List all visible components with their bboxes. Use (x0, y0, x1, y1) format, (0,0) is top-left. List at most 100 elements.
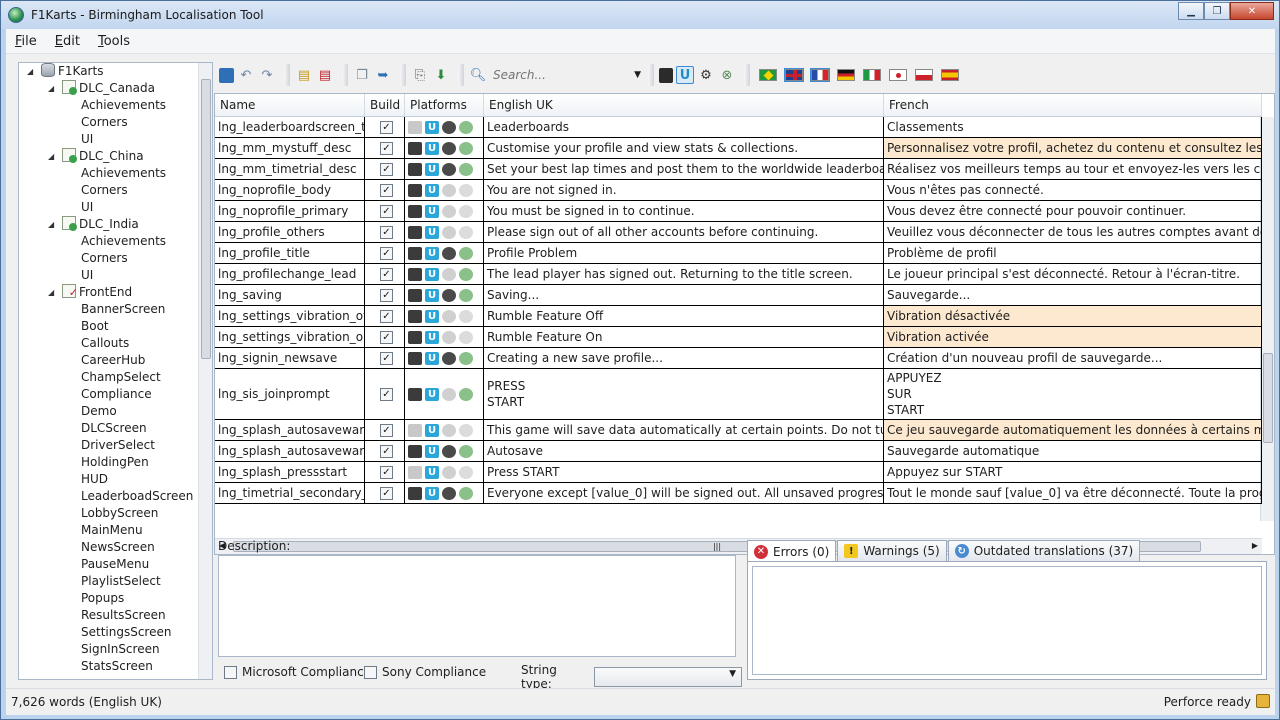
cell-french[interactable]: Sauvegarde... (884, 285, 1262, 305)
menu-edit[interactable]: Edit (46, 34, 89, 49)
cell-french[interactable]: Réalisez vos meilleurs temps au tour et … (884, 159, 1262, 179)
cell-name[interactable]: lng_splash_pressstart (215, 462, 365, 482)
maximize-button[interactable]: ❐ (1204, 2, 1230, 20)
table-row[interactable]: lng_profilechange_lead ✓ U The lead player … (215, 264, 1262, 285)
wiiu-icon[interactable]: U (676, 66, 694, 84)
tree-leaf[interactable]: Achievements (81, 233, 166, 250)
steam-icon[interactable]: ⚙ (697, 66, 715, 84)
cell-platforms[interactable]: U (405, 117, 484, 137)
sony-compliance-checkbox[interactable]: Sony Compliance (364, 665, 486, 679)
cell-english[interactable]: The lead player has signed out. Returnin… (484, 264, 884, 284)
tree-leaf[interactable]: DLCScreen (81, 420, 147, 437)
build-checkbox[interactable]: ✓ (380, 120, 393, 134)
table-row[interactable]: lng_mm_mystuff_desc ✓ U Customise your prof… (215, 138, 1262, 159)
cell-english[interactable]: Set your best lap times and post them to… (484, 159, 884, 179)
forward-icon[interactable]: ➥ (374, 66, 392, 84)
tree-leaf[interactable]: SettingsScreen (81, 624, 171, 641)
cell-build[interactable]: ✓ (365, 117, 405, 137)
tree-node-dlc_china[interactable]: ◢ DLC_China (48, 148, 144, 165)
cell-english[interactable]: This game will save data automatically a… (484, 420, 884, 440)
build-checkbox[interactable]: ✓ (380, 309, 393, 323)
table-row[interactable]: lng_timetrial_secondary_... ✓ U Everyone ex… (215, 483, 1262, 504)
cell-english[interactable]: Creating a new save profile... (484, 348, 884, 368)
table-row[interactable]: lng_splash_autosavewarn ✓ U This game will … (215, 420, 1262, 441)
tree-leaf[interactable]: HUD (81, 471, 108, 488)
cell-build[interactable]: ✓ (365, 420, 405, 440)
build-checkbox[interactable]: ✓ (380, 246, 393, 260)
flag-france-icon[interactable] (810, 68, 830, 82)
cell-english[interactable]: Customise your profile and view stats & … (484, 138, 884, 158)
cell-platforms[interactable]: U (405, 159, 484, 179)
page-icon[interactable]: ⎘ (411, 66, 429, 84)
tree-leaf[interactable]: CareerHub (81, 352, 145, 369)
description-textarea[interactable] (218, 555, 736, 657)
column-header-platforms[interactable]: Platforms (405, 94, 484, 117)
minimize-button[interactable]: ▁ (1178, 2, 1204, 20)
chevron-down-icon[interactable]: ▼ (634, 70, 641, 80)
menu-tools[interactable]: Tools (89, 34, 139, 49)
table-row[interactable]: lng_splash_pressstart ✓ U Press START Appuye… (215, 462, 1262, 483)
build-checkbox[interactable]: ✓ (380, 225, 393, 239)
cell-name[interactable]: lng_timetrial_secondary_... (215, 483, 365, 503)
cell-platforms[interactable]: U (405, 180, 484, 200)
cell-platforms[interactable]: U (405, 285, 484, 305)
cell-build[interactable]: ✓ (365, 243, 405, 263)
table-row[interactable]: lng_mm_timetrial_desc ✓ U Set your best lap… (215, 159, 1262, 180)
cell-french[interactable]: Classements (884, 117, 1262, 137)
tree-leaf[interactable]: SignInScreen (81, 641, 160, 658)
cell-french[interactable]: Création d'un nouveau profil de sauvegar… (884, 348, 1262, 368)
scroll-right-icon[interactable]: ▶ (1252, 541, 1258, 550)
cell-build[interactable]: ✓ (365, 159, 405, 179)
grid-vscroll-thumb[interactable] (1263, 353, 1273, 443)
build-checkbox[interactable]: ✓ (380, 267, 393, 281)
build-checkbox[interactable]: ✓ (380, 183, 393, 197)
cell-build[interactable]: ✓ (365, 483, 405, 503)
cell-french[interactable]: Ce jeu sauvegarde automatiquement les do… (884, 420, 1262, 440)
add-string-icon[interactable]: ▤ (295, 66, 313, 84)
table-row[interactable]: lng_settings_vibration_off ✓ U Rumble Featu… (215, 306, 1262, 327)
table-row[interactable]: lng_splash_autosavewarn... ✓ U AutosaveSauv… (215, 441, 1262, 462)
cell-platforms[interactable]: U (405, 348, 484, 368)
flag-brazil-icon[interactable] (759, 69, 777, 81)
expander-icon[interactable]: ◢ (48, 148, 58, 165)
delete-string-icon[interactable]: ▤ (316, 66, 334, 84)
cell-french[interactable]: APPUYEZ SUR START (884, 369, 1262, 419)
cell-name[interactable]: lng_profile_title (215, 243, 365, 263)
expander-icon[interactable]: ◢ (48, 284, 58, 301)
xbox-icon[interactable]: ⊗ (718, 66, 736, 84)
cell-name[interactable]: lng_splash_autosavewarn (215, 420, 365, 440)
cell-build[interactable]: ✓ (365, 306, 405, 326)
table-row[interactable]: lng_signin_newsave ✓ U Creating a new save … (215, 348, 1262, 369)
cell-name[interactable]: lng_sis_joinprompt (215, 369, 365, 419)
search-input[interactable] (493, 68, 628, 82)
cell-name[interactable]: lng_mm_timetrial_desc (215, 159, 365, 179)
cell-french[interactable]: Vibration activée (884, 327, 1262, 347)
cell-build[interactable]: ✓ (365, 441, 405, 461)
close-button[interactable]: ✕ (1230, 2, 1274, 20)
flag-uk-icon[interactable] (784, 68, 804, 82)
cell-english[interactable]: You must be signed in to continue. (484, 201, 884, 221)
cell-english[interactable]: Leaderboards (484, 117, 884, 137)
cell-french[interactable]: Problème de profil (884, 243, 1262, 263)
string-type-select[interactable]: ▼ (594, 667, 742, 687)
tree-node-dlc_india[interactable]: ◢ DLC_India (48, 216, 139, 233)
tree-root[interactable]: ◢ F1Karts (27, 63, 103, 80)
save-icon[interactable] (219, 67, 234, 83)
tree-node-dlc_canada[interactable]: ◢ DLC_Canada (48, 80, 155, 97)
cell-platforms[interactable]: U (405, 243, 484, 263)
redo-icon[interactable]: ↷ (258, 66, 276, 84)
flag-japan-icon[interactable] (889, 69, 907, 81)
expander-icon[interactable]: ◢ (48, 216, 58, 233)
cell-english[interactable]: Everyone except [value_0] will be signed… (484, 483, 884, 503)
cell-build[interactable]: ✓ (365, 462, 405, 482)
tree-leaf[interactable]: Boot (81, 318, 109, 335)
tree-leaf[interactable]: ChampSelect (81, 369, 161, 386)
tree-leaf[interactable]: HoldingPen (81, 454, 149, 471)
tab-outdated[interactable]: ↻ Outdated translations (37) (947, 540, 1141, 561)
build-checkbox[interactable]: ✓ (380, 330, 393, 344)
expander-icon[interactable]: ◢ (48, 80, 58, 97)
cell-french[interactable]: Vous n'êtes pas connecté. (884, 180, 1262, 200)
cell-name[interactable]: lng_splash_autosavewarn... (215, 441, 365, 461)
cell-name[interactable]: lng_signin_newsave (215, 348, 365, 368)
project-tree[interactable]: ◢ F1Karts ◢ DLC_Canada Achievements Corners UI… (18, 62, 213, 680)
